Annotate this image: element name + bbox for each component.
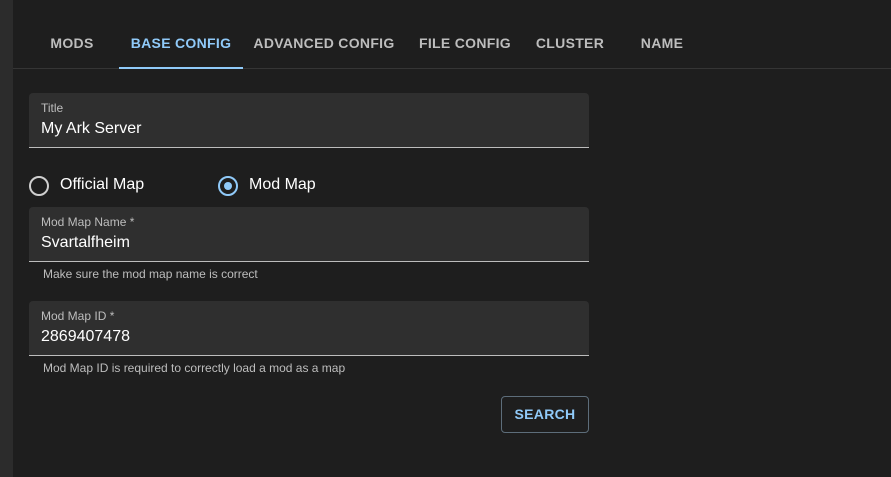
mod-map-name-value: Svartalfheim: [41, 234, 130, 251]
official-map-radio[interactable]: Official Map: [29, 175, 159, 197]
tab-label: NAME: [640, 35, 684, 51]
mod-map-id-label: Mod Map ID *: [41, 309, 115, 323]
mod-map-id-value: 2869407478: [41, 328, 130, 345]
tab-label: BASE CONFIG: [130, 35, 232, 51]
tab-advanced-config[interactable]: ADVANCED CONFIG: [246, 0, 402, 68]
tab-name[interactable]: NAME: [629, 0, 695, 68]
tab-label: ADVANCED CONFIG: [253, 35, 395, 51]
title-field-value: My Ark Server: [41, 120, 142, 137]
mod-map-name-label: Mod Map Name *: [41, 215, 135, 229]
radio-checked-icon: [218, 176, 238, 196]
tab-label: FILE CONFIG: [419, 35, 511, 51]
title-field-label: Title: [41, 101, 64, 115]
mod-map-id-helper: Mod Map ID is required to correctly load…: [43, 361, 346, 375]
mod-map-label: Mod Map: [249, 176, 316, 193]
tab-label: MODS: [50, 35, 94, 51]
active-tab-indicator: [119, 67, 243, 69]
search-button[interactable]: SEARCH: [501, 396, 589, 433]
tab-label: CLUSTER: [535, 35, 605, 51]
tab-cluster[interactable]: CLUSTER: [529, 0, 611, 68]
radio-unchecked-icon: [29, 176, 49, 196]
left-sidebar-strip: [0, 0, 13, 477]
mod-map-name-field[interactable]: Mod Map Name * Svartalfheim: [29, 207, 589, 262]
mod-map-name-helper: Make sure the mod map name is correct: [43, 267, 258, 281]
config-tabs: MODS BASE CONFIG ADVANCED CONFIG FILE CO…: [13, 0, 891, 69]
mod-map-id-field[interactable]: Mod Map ID * 2869407478: [29, 301, 589, 356]
radio-dot: [224, 182, 232, 190]
mod-map-radio[interactable]: Mod Map: [218, 175, 328, 197]
tab-mods[interactable]: MODS: [39, 0, 105, 68]
tab-base-config[interactable]: BASE CONFIG: [119, 0, 243, 69]
title-field[interactable]: Title My Ark Server: [29, 93, 589, 148]
tab-file-config[interactable]: FILE CONFIG: [411, 0, 519, 68]
official-map-label: Official Map: [60, 176, 145, 193]
